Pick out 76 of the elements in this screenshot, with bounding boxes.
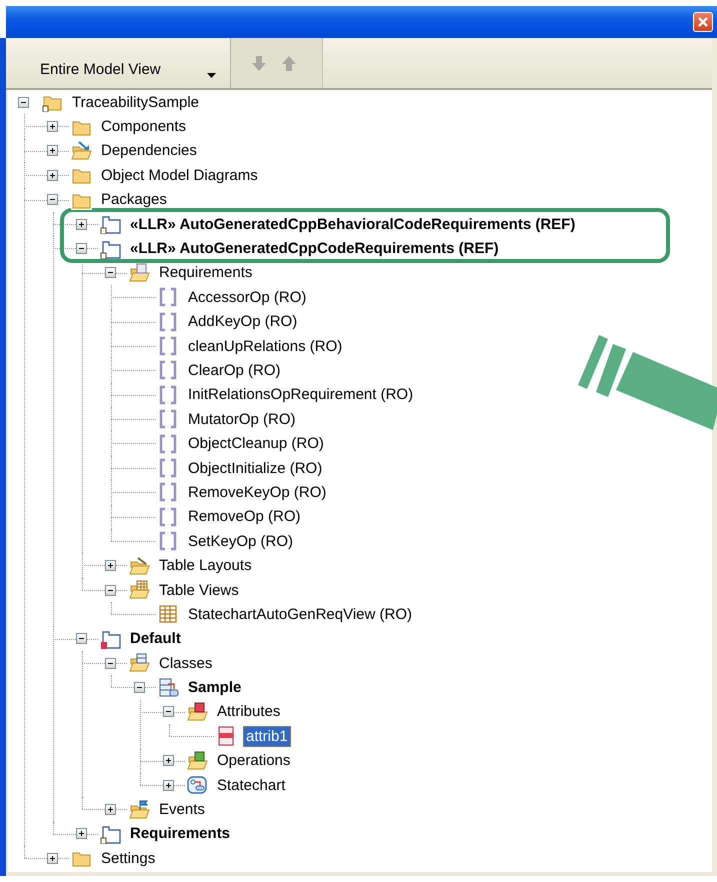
bracket-icon — [158, 434, 179, 454]
open-folder-icon — [129, 580, 150, 600]
tree-item[interactable]: Default — [127, 628, 184, 650]
tree-item[interactable]: «LLR» AutoGeneratedCppBehavioralCodeRequirements (REF) — [127, 214, 578, 235]
tree-item[interactable]: «LLR» AutoGeneratedCppCodeRequirements (REF) — [127, 238, 502, 260]
tree-item[interactable]: TraceabilitySample — [69, 92, 202, 113]
table-icon — [158, 604, 179, 624]
expand-toggle[interactable] — [76, 828, 87, 840]
tree-item[interactable]: Settings — [98, 848, 158, 869]
expand-toggle[interactable] — [163, 780, 174, 791]
collapse-toggle[interactable] — [134, 682, 145, 694]
collapse-toggle[interactable] — [47, 194, 58, 206]
package-icon — [100, 214, 121, 234]
collapse-toggle[interactable] — [76, 633, 87, 644]
tree-item[interactable]: ClearOp (RO) — [185, 360, 284, 381]
collapse-toggle[interactable] — [105, 584, 116, 596]
bracket-icon — [158, 360, 179, 380]
expand-toggle[interactable] — [47, 145, 58, 156]
tree-item[interactable]: Statechart — [214, 774, 288, 796]
tree-item[interactable]: SetKeyOp (RO) — [185, 530, 296, 552]
tree-item[interactable]: ObjectCleanup (RO) — [185, 433, 327, 454]
open-folder-icon — [129, 800, 150, 820]
expand-toggle[interactable] — [76, 218, 87, 230]
bracket-icon — [158, 531, 179, 552]
tree-item[interactable]: RemoveKeyOp (RO) — [185, 482, 330, 503]
expand-toggle[interactable] — [163, 755, 174, 766]
expand-toggle[interactable] — [105, 560, 116, 572]
tree-item[interactable]: Events — [156, 799, 208, 820]
caret-icon — [207, 73, 216, 78]
close-button[interactable] — [693, 12, 713, 32]
tree-item[interactable]: StatechartAutoGenReqView (RO) — [185, 604, 415, 625]
collapse-toggle[interactable] — [105, 658, 116, 669]
tree-item[interactable]: Dependencies — [98, 140, 200, 162]
tree-item[interactable]: RemoveOp (RO) — [185, 506, 304, 528]
tree-item[interactable]: Attributes — [214, 701, 284, 722]
tree-item[interactable]: Classes — [156, 652, 216, 674]
tree-item[interactable]: Table Layouts — [156, 555, 255, 576]
open-folder-icon — [129, 262, 150, 283]
statechart-icon — [187, 775, 208, 796]
package-icon — [100, 824, 121, 844]
bracket-icon — [158, 506, 179, 527]
bracket-icon — [158, 482, 179, 502]
bracket-icon — [158, 336, 179, 356]
collapse-toggle[interactable] — [163, 706, 174, 718]
tree-item[interactable]: InitRelationsOpRequirement (RO) — [185, 384, 416, 406]
tree-item[interactable]: attrib1 — [243, 726, 291, 747]
open-folder-icon — [71, 140, 92, 161]
tree-item[interactable]: Sample — [185, 677, 244, 698]
tree-item[interactable]: cleanUpRelations (RO) — [185, 336, 346, 357]
bracket-icon — [158, 287, 179, 308]
tree-item[interactable]: Requirements — [127, 823, 234, 844]
tree-item[interactable]: Components — [98, 116, 190, 138]
tree-item[interactable]: Packages — [98, 189, 170, 210]
expand-toggle[interactable] — [47, 852, 58, 864]
package-icon — [100, 238, 121, 259]
tree-item[interactable]: ObjectInitialize (RO) — [185, 458, 326, 479]
bracket-icon — [158, 409, 179, 430]
expand-toggle[interactable] — [105, 804, 116, 816]
bracket-icon — [158, 384, 179, 405]
collapse-toggle[interactable] — [76, 243, 87, 254]
class-icon — [158, 678, 179, 698]
tree-item[interactable]: AddKeyOp (RO) — [185, 311, 300, 332]
tree-item[interactable]: Table Views — [156, 580, 242, 600]
package-icon — [100, 628, 121, 649]
tree-item[interactable]: Object Model Diagrams — [98, 164, 261, 186]
collapse-toggle[interactable] — [105, 267, 116, 278]
bracket-icon — [158, 458, 179, 478]
expand-toggle[interactable] — [47, 170, 58, 181]
expand-toggle[interactable] — [47, 121, 58, 132]
tree-item[interactable]: Requirements — [156, 262, 256, 284]
tree-item[interactable]: AccessorOp (RO) — [185, 286, 310, 308]
tree-item[interactable]: MutatorOp (RO) — [185, 408, 299, 430]
bracket-icon — [158, 312, 179, 332]
tree-item[interactable]: Operations — [214, 750, 294, 772]
collapse-toggle[interactable] — [18, 96, 29, 108]
close-icon — [697, 16, 709, 28]
